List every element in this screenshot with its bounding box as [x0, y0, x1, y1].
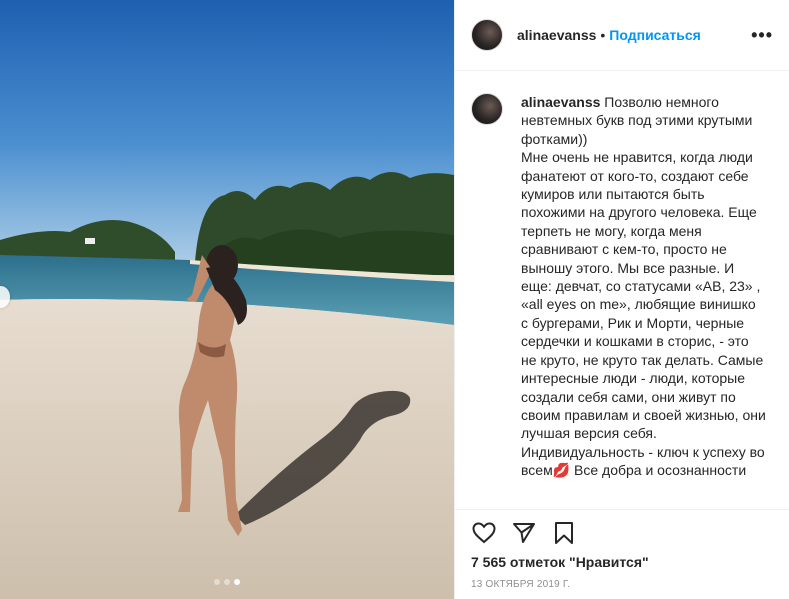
carousel-dot — [234, 579, 240, 585]
carousel-dot — [224, 579, 230, 585]
post-header: alinaevanss • Подписаться ••• — [455, 0, 789, 71]
caption: alinaevanss Позволю немного невтемных бу… — [521, 93, 766, 509]
heart-icon[interactable] — [471, 520, 497, 546]
caption-avatar[interactable] — [471, 93, 503, 125]
more-options-icon[interactable]: ••• — [751, 26, 773, 44]
bookmark-icon[interactable] — [551, 520, 577, 546]
header-username[interactable]: alinaevanss — [517, 27, 596, 43]
comments-section: alinaevanss Позволю немного невтемных бу… — [455, 71, 789, 509]
post-date[interactable]: 13 октября 2019 г. — [471, 579, 773, 590]
post-side-panel: alinaevanss • Подписаться ••• alinaevans… — [454, 0, 789, 599]
caption-text: Позволю немного невтемных букв под этими… — [521, 94, 766, 479]
carousel-dot — [214, 579, 220, 585]
post-actions: 7 565 отметок "Нравится" 13 октября 2019… — [455, 509, 789, 599]
beach-photo-image — [0, 0, 454, 599]
likes-count[interactable]: 7 565 отметок "Нравится" — [471, 554, 773, 570]
follow-button[interactable]: Подписаться — [609, 27, 701, 43]
avatar[interactable] — [471, 19, 503, 51]
carousel-dots — [0, 579, 454, 585]
caption-username[interactable]: alinaevanss — [521, 94, 600, 110]
header-separator: • — [600, 27, 606, 43]
paper-plane-icon[interactable] — [511, 520, 537, 546]
post-photo[interactable] — [0, 0, 454, 599]
